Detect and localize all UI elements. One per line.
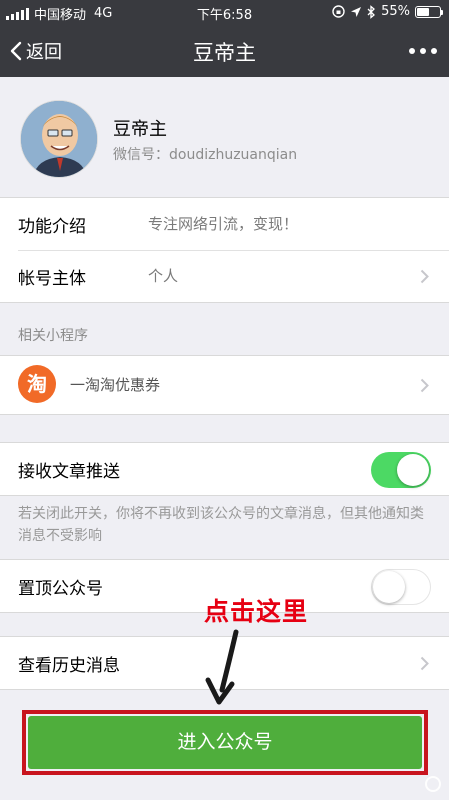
receive-push-note: 若关闭此开关，你将不再收到该公众号的文章消息，但其他通知类消息不受影响 (18, 506, 424, 544)
watermark-logo-icon (425, 776, 441, 792)
toggle-knob (397, 454, 429, 486)
receive-push-group: 接收文章推送 (0, 442, 449, 496)
chevron-right-icon (420, 269, 429, 284)
bluetooth-icon (367, 4, 376, 19)
annotation-arrow-icon (205, 629, 239, 705)
watermark (425, 776, 441, 792)
status-bar: 中国移动 4G 下午6:58 55% (0, 0, 449, 24)
toggle-knob (373, 571, 405, 603)
receive-push-row: 接收文章推送 (0, 443, 449, 495)
function-intro-value: 专注网络引流，变现！ (148, 215, 299, 233)
pin-label: 置顶公众号 (18, 579, 103, 599)
chevron-right-icon (420, 378, 429, 393)
nav-title: 豆帝主 (193, 41, 256, 65)
wechat-id-value: doudizhuzuanqian (169, 147, 298, 163)
battery-icon (415, 5, 443, 18)
receive-push-label: 接收文章推送 (18, 462, 120, 482)
location-icon (351, 6, 362, 17)
status-right: 55% (332, 4, 443, 19)
info-group: 功能介绍 专注网络引流，变现！ 帐号主体 个人 (0, 197, 449, 303)
enter-button-highlight: 进入公众号 (22, 710, 428, 775)
avatar[interactable] (20, 100, 98, 178)
annotation-text: 点击这里 (204, 597, 309, 626)
chevron-right-icon (420, 656, 429, 671)
wechat-id-label: 微信号： (113, 147, 169, 163)
mini-programs-title: 相关小程序 (18, 328, 88, 344)
battery-percent: 55% (381, 4, 410, 19)
mini-programs-group: 淘 一淘淘优惠券 (0, 355, 449, 415)
pin-toggle[interactable] (371, 569, 431, 605)
account-owner-label: 帐号主体 (18, 269, 86, 289)
more-dot-icon (420, 48, 426, 54)
more-dot-icon (431, 48, 437, 54)
nav-bar: 返回 豆帝主 (0, 24, 449, 77)
account-owner-row[interactable]: 帐号主体 个人 (0, 250, 449, 302)
history-label: 查看历史消息 (18, 656, 120, 676)
taobao-icon: 淘 (18, 365, 56, 403)
orientation-lock-icon (332, 5, 345, 18)
enter-account-button[interactable]: 进入公众号 (28, 716, 422, 769)
more-dot-icon (409, 48, 415, 54)
more-options-button[interactable] (409, 48, 437, 54)
account-name: 豆帝主 (113, 119, 167, 140)
receive-push-toggle[interactable] (371, 452, 431, 488)
mini-program-label: 一淘淘优惠券 (70, 376, 161, 394)
function-intro-row: 功能介绍 专注网络引流，变现！ (0, 198, 449, 250)
profile-header: 豆帝主 微信号：doudizhuzuanqian (0, 77, 449, 197)
avatar-image (21, 101, 97, 177)
mini-program-item[interactable]: 淘 一淘淘优惠券 (0, 356, 449, 414)
account-owner-value: 个人 (148, 267, 179, 285)
function-intro-label: 功能介绍 (18, 217, 86, 237)
wechat-id: 微信号：doudizhuzuanqian (113, 144, 297, 164)
